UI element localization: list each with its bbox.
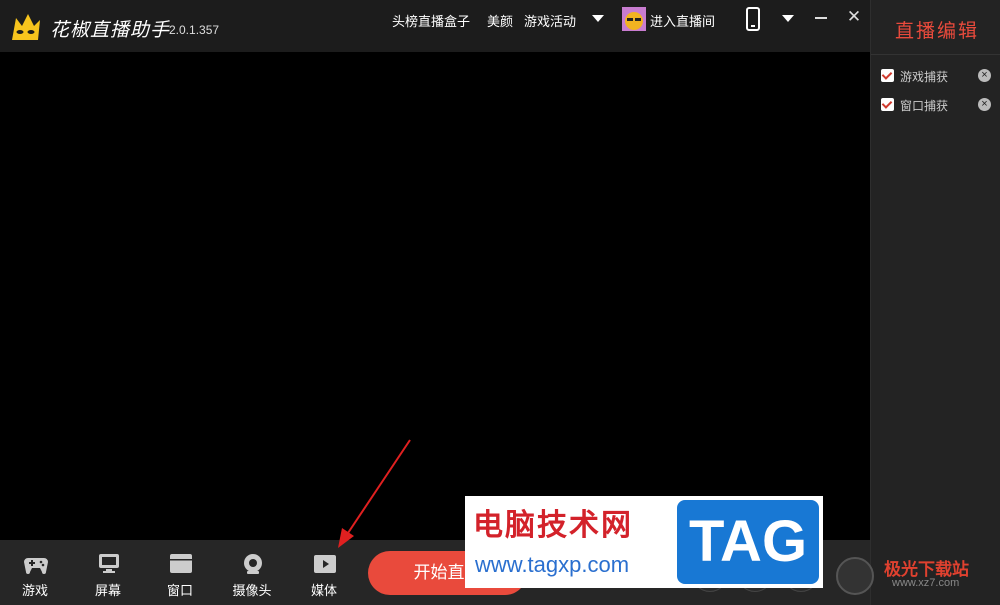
annotation-arrow-icon [338, 439, 411, 548]
beauty-menu[interactable]: 美颜 [487, 11, 513, 30]
sidebar-title: 直播编辑 [895, 21, 980, 42]
close-icon[interactable]: ✕ [846, 8, 862, 26]
tool-label: 摄像头 [232, 583, 272, 598]
avatar[interactable] [622, 7, 646, 31]
window-icon [170, 554, 192, 573]
stream-preview [0, 52, 870, 540]
edit-sidebar: 直播编辑 游戏捕获 × 窗口捕获 × [870, 0, 1000, 605]
minimize-icon[interactable] [815, 17, 827, 19]
media-play-icon [314, 555, 336, 573]
avatar-face-icon [622, 7, 646, 31]
watermark-badge-icon [836, 557, 874, 595]
app-logo-icon [12, 14, 40, 40]
remove-source-icon[interactable]: × [978, 69, 991, 82]
tool-screen-button[interactable]: 屏幕 [83, 550, 133, 600]
game-activity-menu[interactable]: 游戏活动 [524, 11, 576, 30]
watermark-site-url: www.xz7.com [892, 577, 960, 589]
tool-label: 屏幕 [94, 583, 121, 598]
source-checkbox[interactable] [881, 98, 894, 111]
monitor-icon [99, 554, 119, 573]
tool-window-button[interactable]: 窗口 [155, 550, 205, 600]
remove-source-icon[interactable]: × [978, 98, 991, 111]
headline-box-menu[interactable]: 头榜直播盒子 [392, 11, 470, 30]
app-name: 花椒直播助手 [50, 20, 171, 41]
tool-label: 媒体 [310, 583, 337, 598]
source-label: 游戏捕获 [900, 70, 949, 84]
gamepad-icon [24, 558, 48, 574]
camera-icon [244, 554, 262, 574]
title-bar: 花椒直播助手 2.0.1.357 头榜直播盒子 美颜 游戏活动 进入直播间 ✕ [0, 0, 870, 52]
tool-label: 游戏 [21, 583, 48, 598]
tool-label: 窗口 [166, 583, 193, 598]
source-item-game-capture[interactable]: 游戏捕获 × [881, 67, 993, 85]
site-watermark: 电脑技术网 www.tagxp.com TAG [465, 496, 823, 588]
sidebar-divider [871, 54, 1000, 55]
app-version: 2.0.1.357 [169, 23, 220, 37]
site-watermark-2: 极光下载站 www.xz7.com [836, 553, 996, 597]
source-checkbox[interactable] [881, 69, 894, 82]
source-item-window-capture[interactable]: 窗口捕获 × [881, 96, 993, 114]
tool-media-button[interactable]: 媒体 [299, 550, 349, 600]
enter-room-link[interactable]: 进入直播间 [650, 11, 715, 30]
chevron-down-icon[interactable] [592, 15, 604, 22]
dropdown-caret-icon[interactable] [782, 15, 794, 22]
watermark-tag-logo: TAG [677, 500, 819, 584]
watermark-url: www.tagxp.com [475, 552, 630, 577]
source-label: 窗口捕获 [900, 99, 949, 113]
tool-camera-button[interactable]: 摄像头 [227, 550, 277, 600]
tool-game-button[interactable]: 游戏 [10, 550, 60, 600]
watermark-cn-text: 电脑技术网 [473, 509, 633, 542]
phone-icon[interactable] [746, 7, 760, 31]
